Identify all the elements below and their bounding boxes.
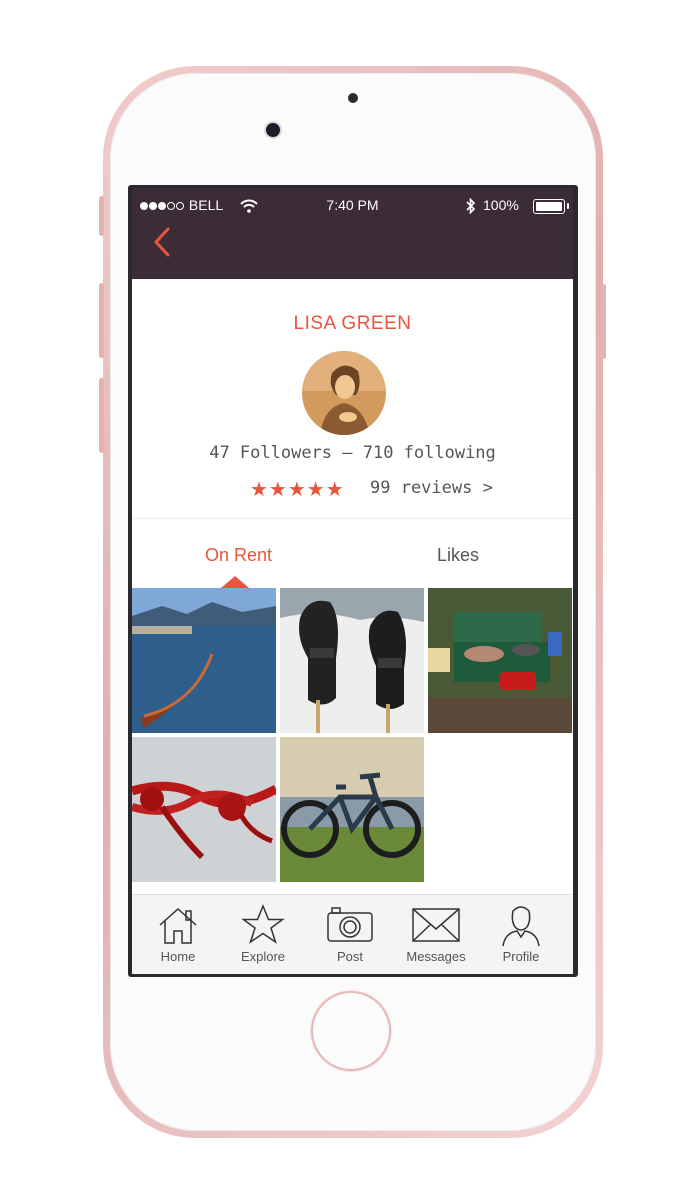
- tab-post-label: Post: [336, 949, 363, 964]
- header-bar: BELL 7:40 PM 100%: [132, 188, 573, 279]
- tab-post[interactable]: Post: [310, 903, 390, 964]
- battery-percent: 100%: [483, 197, 519, 213]
- home-icon: [159, 907, 197, 944]
- photo-canoe[interactable]: [132, 588, 276, 733]
- tab-explore[interactable]: Explore: [223, 903, 303, 964]
- screen: BELL 7:40 PM 100% LISA GREEN 47 Follower…: [128, 185, 578, 977]
- reviews-link[interactable]: 99 reviews >: [370, 478, 493, 498]
- tab-messages-label: Messages: [406, 949, 466, 964]
- avatar: [302, 351, 386, 435]
- rating-stars: ★★★★★: [250, 479, 345, 501]
- divider: [132, 518, 573, 519]
- tab-messages[interactable]: Messages: [396, 903, 476, 964]
- tab-likes[interactable]: Likes: [437, 545, 479, 566]
- tab-home-label: Home: [160, 949, 196, 964]
- back-button[interactable]: [150, 224, 180, 260]
- bottom-tab-bar: Home Explore Post Messages Profile: [132, 894, 573, 974]
- volume-up-button: [99, 283, 104, 358]
- follow-stats[interactable]: 47 Followers — 710 following: [132, 443, 573, 463]
- bluetooth-icon: [466, 197, 476, 217]
- active-tab-indicator: [221, 576, 249, 588]
- volume-down-button: [99, 378, 104, 453]
- photo-gloves[interactable]: [280, 588, 424, 733]
- battery-icon: [533, 199, 569, 214]
- speaker: [348, 93, 358, 103]
- home-button[interactable]: [313, 993, 389, 1069]
- tab-profile[interactable]: Profile: [481, 903, 561, 964]
- tab-home[interactable]: Home: [138, 903, 218, 964]
- front-camera: [266, 123, 280, 137]
- status-bar: BELL 7:40 PM 100%: [132, 197, 573, 219]
- profile-name: LISA GREEN: [293, 313, 412, 334]
- camera-icon: [327, 907, 373, 942]
- person-icon: [502, 906, 540, 947]
- tab-profile-label: Profile: [502, 949, 540, 964]
- chevron-left-icon: [153, 227, 170, 257]
- tab-explore-label: Explore: [240, 949, 286, 964]
- envelope-icon: [412, 908, 460, 942]
- tab-on-rent[interactable]: On Rent: [205, 545, 272, 566]
- power-button: [601, 284, 606, 359]
- mute-switch: [99, 196, 104, 236]
- photo-stove[interactable]: [428, 588, 572, 733]
- star-icon: [241, 904, 285, 944]
- photo-rope[interactable]: [132, 737, 276, 882]
- photo-bike[interactable]: [280, 737, 424, 882]
- app-screen: BELL 7:40 PM 100% LISA GREEN 47 Follower…: [132, 188, 573, 974]
